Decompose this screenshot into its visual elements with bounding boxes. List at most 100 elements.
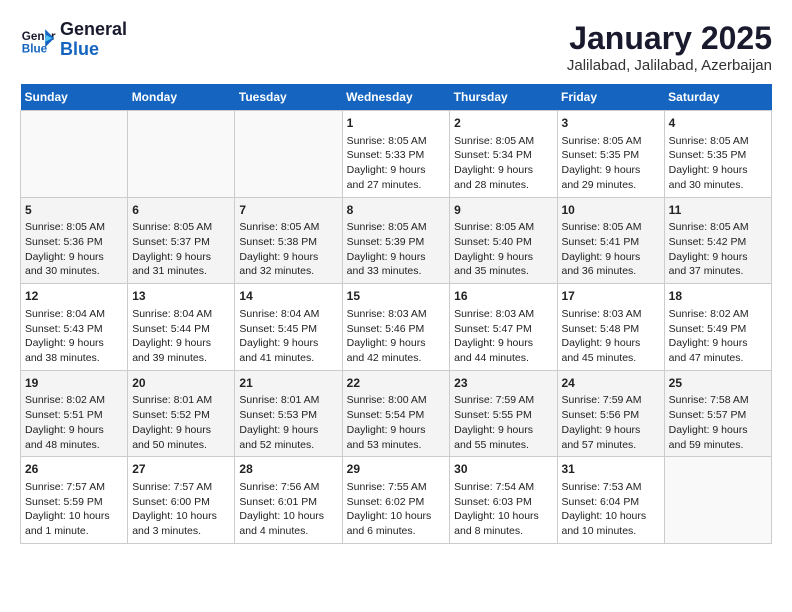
- day-cell: 19Sunrise: 8:02 AM Sunset: 5:51 PM Dayli…: [21, 370, 128, 457]
- day-info: Sunrise: 8:05 AM Sunset: 5:39 PM Dayligh…: [347, 220, 446, 279]
- day-number: 9: [454, 202, 552, 219]
- day-number: 23: [454, 375, 552, 392]
- day-cell: 23Sunrise: 7:59 AM Sunset: 5:55 PM Dayli…: [450, 370, 557, 457]
- day-number: 29: [347, 461, 446, 478]
- day-info: Sunrise: 8:05 AM Sunset: 5:36 PM Dayligh…: [25, 220, 123, 279]
- day-number: 18: [669, 288, 767, 305]
- day-info: Sunrise: 7:54 AM Sunset: 6:03 PM Dayligh…: [454, 480, 552, 539]
- day-cell: 28 Sunrise: 7:56 AM Sunset: 6:01 PM Dayli…: [235, 457, 342, 544]
- day-cell: 24Sunrise: 7:59 AM Sunset: 5:56 PM Dayli…: [557, 370, 664, 457]
- day-info: Sunrise: 8:05 AM Sunset: 5:41 PM Dayligh…: [562, 220, 660, 279]
- day-cell: 9Sunrise: 8:05 AM Sunset: 5:40 PM Daylig…: [450, 197, 557, 284]
- day-cell: 16Sunrise: 8:03 AM Sunset: 5:47 PM Dayli…: [450, 284, 557, 371]
- day-cell: 25Sunrise: 7:58 AM Sunset: 5:57 PM Dayli…: [664, 370, 771, 457]
- day-info: Sunrise: 8:00 AM Sunset: 5:54 PM Dayligh…: [347, 393, 446, 452]
- day-number: 19: [25, 375, 123, 392]
- day-info: Sunrise: 8:01 AM Sunset: 5:52 PM Dayligh…: [132, 393, 230, 452]
- day-cell: 5Sunrise: 8:05 AM Sunset: 5:36 PM Daylig…: [21, 197, 128, 284]
- day-cell: [664, 457, 771, 544]
- calendar-body: 1 Sunrise: 8:05 AM Sunset: 5:33 PM Daylig…: [21, 111, 772, 544]
- day-cell: 31Sunrise: 7:53 AM Sunset: 6:04 PM Dayli…: [557, 457, 664, 544]
- day-info: Sunrise: 8:05 AM Sunset: 5:37 PM Dayligh…: [132, 220, 230, 279]
- day-cell: 7Sunrise: 8:05 AM Sunset: 5:38 PM Daylig…: [235, 197, 342, 284]
- logo-icon: General Blue: [20, 22, 56, 58]
- day-info: Sunrise: 7:57 AM Sunset: 5:59 PM Dayligh…: [25, 480, 123, 539]
- week-row-4: 19Sunrise: 8:02 AM Sunset: 5:51 PM Dayli…: [21, 370, 772, 457]
- day-number: 27: [132, 461, 230, 478]
- day-number: 10: [562, 202, 660, 219]
- day-info: Sunrise: 8:05 AM Sunset: 5:33 PM Dayligh…: [347, 134, 446, 193]
- day-cell: 26 Sunrise: 7:57 AM Sunset: 5:59 PM Dayli…: [21, 457, 128, 544]
- day-info: Sunrise: 8:05 AM Sunset: 5:35 PM Dayligh…: [669, 134, 767, 193]
- day-number: 22: [347, 375, 446, 392]
- day-cell: 3 Sunrise: 8:05 AM Sunset: 5:35 PM Daylig…: [557, 111, 664, 198]
- day-number: 20: [132, 375, 230, 392]
- day-info: Sunrise: 8:05 AM Sunset: 5:34 PM Dayligh…: [454, 134, 552, 193]
- day-cell: 8Sunrise: 8:05 AM Sunset: 5:39 PM Daylig…: [342, 197, 450, 284]
- title-block: January 2025 Jalilabad, Jalilabad, Azerb…: [567, 20, 772, 74]
- day-info: Sunrise: 8:03 AM Sunset: 5:47 PM Dayligh…: [454, 307, 552, 366]
- column-header-thursday: Thursday: [450, 84, 557, 111]
- day-info: Sunrise: 7:55 AM Sunset: 6:02 PM Dayligh…: [347, 480, 446, 539]
- day-info: Sunrise: 8:02 AM Sunset: 5:49 PM Dayligh…: [669, 307, 767, 366]
- day-info: Sunrise: 8:03 AM Sunset: 5:46 PM Dayligh…: [347, 307, 446, 366]
- day-info: Sunrise: 8:05 AM Sunset: 5:35 PM Dayligh…: [562, 134, 660, 193]
- day-number: 15: [347, 288, 446, 305]
- day-number: 2: [454, 115, 552, 132]
- column-header-friday: Friday: [557, 84, 664, 111]
- calendar-header: SundayMondayTuesdayWednesdayThursdayFrid…: [21, 84, 772, 111]
- column-header-saturday: Saturday: [664, 84, 771, 111]
- day-info: Sunrise: 8:04 AM Sunset: 5:44 PM Dayligh…: [132, 307, 230, 366]
- day-info: Sunrise: 8:02 AM Sunset: 5:51 PM Dayligh…: [25, 393, 123, 452]
- day-number: 4: [669, 115, 767, 132]
- header-row: SundayMondayTuesdayWednesdayThursdayFrid…: [21, 84, 772, 111]
- day-number: 28: [239, 461, 337, 478]
- day-info: Sunrise: 7:58 AM Sunset: 5:57 PM Dayligh…: [669, 393, 767, 452]
- day-number: 3: [562, 115, 660, 132]
- day-info: Sunrise: 8:05 AM Sunset: 5:42 PM Dayligh…: [669, 220, 767, 279]
- svg-text:Blue: Blue: [22, 42, 48, 55]
- day-cell: 30Sunrise: 7:54 AM Sunset: 6:03 PM Dayli…: [450, 457, 557, 544]
- day-info: Sunrise: 7:56 AM Sunset: 6:01 PM Dayligh…: [239, 480, 337, 539]
- day-info: Sunrise: 8:05 AM Sunset: 5:40 PM Dayligh…: [454, 220, 552, 279]
- logo-blue: Blue: [60, 40, 127, 60]
- column-header-tuesday: Tuesday: [235, 84, 342, 111]
- day-number: 24: [562, 375, 660, 392]
- column-header-sunday: Sunday: [21, 84, 128, 111]
- day-cell: [21, 111, 128, 198]
- day-cell: 2 Sunrise: 8:05 AM Sunset: 5:34 PM Daylig…: [450, 111, 557, 198]
- day-number: 13: [132, 288, 230, 305]
- day-cell: 15 Sunrise: 8:03 AM Sunset: 5:46 PM Dayli…: [342, 284, 450, 371]
- day-cell: 6Sunrise: 8:05 AM Sunset: 5:37 PM Daylig…: [128, 197, 235, 284]
- day-number: 6: [132, 202, 230, 219]
- calendar-title: January 2025: [567, 20, 772, 57]
- day-cell: 17 Sunrise: 8:03 AM Sunset: 5:48 PM Dayli…: [557, 284, 664, 371]
- day-number: 26: [25, 461, 123, 478]
- day-cell: 10Sunrise: 8:05 AM Sunset: 5:41 PM Dayli…: [557, 197, 664, 284]
- day-number: 17: [562, 288, 660, 305]
- day-cell: 27Sunrise: 7:57 AM Sunset: 6:00 PM Dayli…: [128, 457, 235, 544]
- week-row-1: 1 Sunrise: 8:05 AM Sunset: 5:33 PM Daylig…: [21, 111, 772, 198]
- day-info: Sunrise: 8:01 AM Sunset: 5:53 PM Dayligh…: [239, 393, 337, 452]
- day-number: 8: [347, 202, 446, 219]
- day-info: Sunrise: 7:59 AM Sunset: 5:55 PM Dayligh…: [454, 393, 552, 452]
- day-number: 12: [25, 288, 123, 305]
- day-cell: 22Sunrise: 8:00 AM Sunset: 5:54 PM Dayli…: [342, 370, 450, 457]
- day-number: 31: [562, 461, 660, 478]
- day-info: Sunrise: 8:04 AM Sunset: 5:43 PM Dayligh…: [25, 307, 123, 366]
- day-cell: [235, 111, 342, 198]
- day-info: Sunrise: 7:59 AM Sunset: 5:56 PM Dayligh…: [562, 393, 660, 452]
- logo: General Blue General Blue: [20, 20, 127, 60]
- day-info: Sunrise: 8:05 AM Sunset: 5:38 PM Dayligh…: [239, 220, 337, 279]
- day-cell: 12 Sunrise: 8:04 AM Sunset: 5:43 PM Dayli…: [21, 284, 128, 371]
- week-row-5: 26 Sunrise: 7:57 AM Sunset: 5:59 PM Dayli…: [21, 457, 772, 544]
- day-info: Sunrise: 8:04 AM Sunset: 5:45 PM Dayligh…: [239, 307, 337, 366]
- day-number: 5: [25, 202, 123, 219]
- day-number: 1: [347, 115, 446, 132]
- column-header-monday: Monday: [128, 84, 235, 111]
- day-cell: 11Sunrise: 8:05 AM Sunset: 5:42 PM Dayli…: [664, 197, 771, 284]
- day-info: Sunrise: 8:03 AM Sunset: 5:48 PM Dayligh…: [562, 307, 660, 366]
- day-number: 21: [239, 375, 337, 392]
- calendar-table: SundayMondayTuesdayWednesdayThursdayFrid…: [20, 84, 772, 544]
- calendar-subtitle: Jalilabad, Jalilabad, Azerbaijan: [567, 57, 772, 74]
